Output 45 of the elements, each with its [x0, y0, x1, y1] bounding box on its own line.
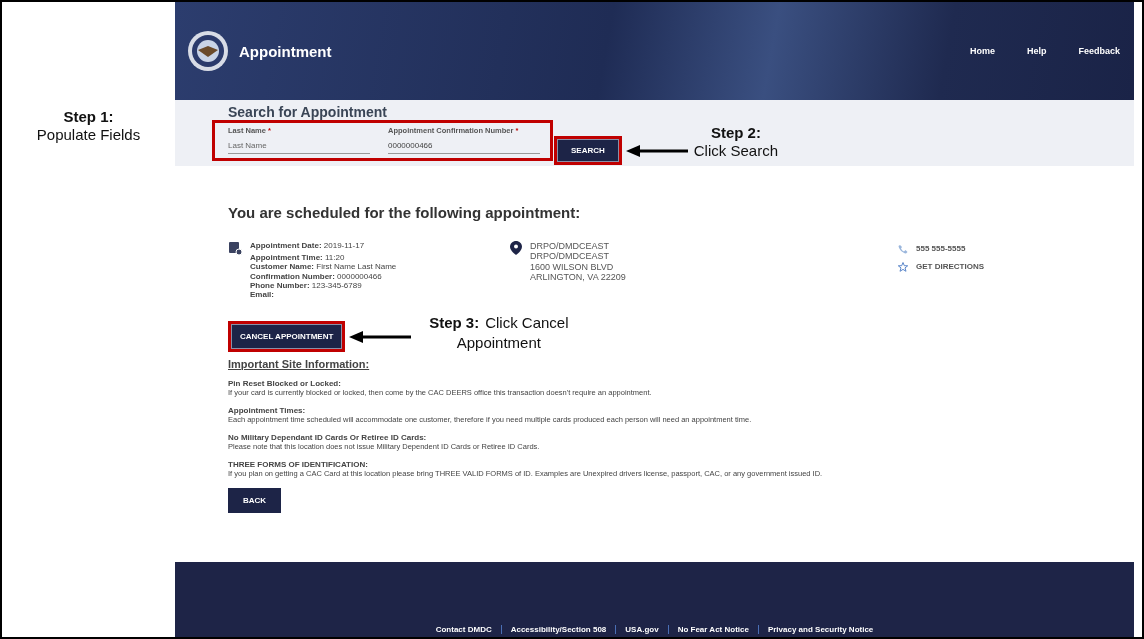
- section-title: Search for Appointment: [228, 104, 388, 120]
- input-field[interactable]: Last Name: [228, 135, 370, 154]
- input-field[interactable]: 0000000466: [388, 135, 540, 154]
- nav-link[interactable]: Home: [969, 46, 995, 56]
- step-instruction: Click Search: [693, 141, 778, 161]
- info-title: Pin Reset Blocked or Locked:: [228, 378, 342, 388]
- detail-line: Customer Name: First Name Last Name: [250, 262, 397, 272]
- address-line: ARLINGTON, VA 22209: [530, 272, 626, 283]
- info-title: THREE FORMS OF IDENTIFICATION:: [228, 459, 369, 469]
- info-title: Appointment Times:: [228, 405, 307, 415]
- star-icon: [898, 262, 908, 272]
- phone-number: 555 555-5555: [916, 244, 966, 253]
- arrow-icon: [625, 144, 688, 158]
- detail-line: Appointment Time: 11:20: [250, 253, 346, 263]
- footer-link[interactable]: Privacy and Security Notice: [757, 625, 883, 634]
- phone-icon: [898, 244, 908, 254]
- address-line: DRPO/DMDCEAST: [530, 241, 610, 252]
- directions-link[interactable]: GET DIRECTIONS: [916, 262, 984, 271]
- search-button[interactable]: SEARCH: [557, 139, 619, 162]
- step-label: Step 2:: [709, 124, 762, 141]
- footer-link[interactable]: Accessibility/Section 508: [500, 625, 616, 634]
- footer-link[interactable]: No Fear Act Notice: [667, 625, 758, 634]
- footer-link[interactable]: Contact DMDC: [426, 625, 501, 634]
- seal-logo-icon: [187, 30, 229, 72]
- cancel-appointment-button[interactable]: CANCEL APPOINTMENT: [231, 324, 343, 350]
- address-line: 1600 WILSON BLVD: [530, 261, 615, 273]
- detail-line: Phone Number: 123-345-6789: [250, 280, 363, 290]
- location-pin-icon: [510, 241, 522, 255]
- step-instruction: Populate Fields: [35, 125, 142, 145]
- detail-line: Email:: [250, 289, 275, 300]
- step-label: Step 1:: [62, 108, 115, 125]
- nav-link[interactable]: Help: [1026, 46, 1047, 56]
- back-button[interactable]: BACK: [228, 487, 282, 513]
- nav-link[interactable]: Feedback: [1078, 46, 1120, 56]
- detail-line: Appointment Date: 2019-11-17: [250, 241, 366, 251]
- page-title: Appointment: [239, 42, 333, 60]
- address-line: DRPO/DMDCEAST: [530, 251, 610, 262]
- section-heading: Important Site Information:: [228, 357, 371, 370]
- calendar-icon: [228, 241, 242, 255]
- detail-line: Confirmation Number: 0000000466: [250, 271, 383, 281]
- arrow-icon: [349, 330, 412, 345]
- section-heading: You are scheduled for the following appointment:: [228, 204, 582, 221]
- step-instruction: Step 3: Click Cancel Appointment: [428, 313, 570, 354]
- footer-link[interactable]: USA.gov: [615, 625, 668, 634]
- info-title: No Military Dependant ID Cards Or Retiree ID Cards:: [228, 432, 428, 442]
